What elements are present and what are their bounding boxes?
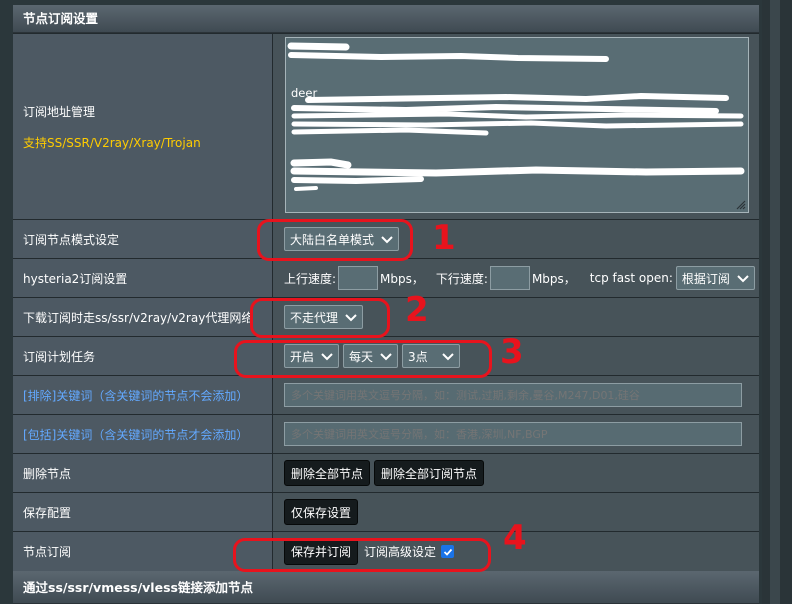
download-speed-label: 下行速度: (435, 271, 488, 286)
proxy-select-value: 不走代理 (290, 310, 339, 325)
resize-grip-icon[interactable] (736, 200, 746, 210)
section-title: 节点订阅设置 (13, 5, 759, 33)
subscription-support-note: 支持SS/SSR/V2ray/Xray/Trojan (23, 135, 201, 150)
upload-speed-input[interactable] (338, 266, 379, 290)
node-mode-select-value: 大陆白名单模式 (290, 232, 375, 247)
schedule-time-value: 3点 (408, 349, 428, 364)
schedule-frequency-value: 每天 (349, 349, 374, 364)
upload-speed-label: 上行速度: (284, 271, 337, 286)
checkmark-icon (443, 548, 452, 556)
chevron-down-icon (737, 275, 749, 283)
advanced-settings-checkbox[interactable] (441, 545, 455, 558)
proxy-value-cell: 不走代理 (273, 298, 759, 336)
download-speed-input[interactable] (489, 266, 530, 290)
exclude-keywords-label[interactable]: [排除]关键词（含关键词的节点不会添加） (13, 376, 273, 414)
delete-nodes-label: 删除节点 (13, 454, 273, 492)
node-subscribe-label: 节点订阅 (13, 532, 273, 571)
exclude-keywords-input[interactable] (284, 383, 742, 407)
delete-nodes-row: 删除节点 删除全部节点 删除全部订阅节点 (13, 453, 759, 492)
hysteria2-value-cell: 上行速度: Mbps， 下行速度: Mbps， tcp fast open: 根… (273, 259, 759, 297)
chevron-down-icon (321, 353, 333, 361)
chevron-down-icon (345, 314, 357, 322)
proxy-select[interactable]: 不走代理 (284, 305, 364, 329)
schedule-label: 订阅计划任务 (13, 337, 273, 375)
download-speed-unit: Mbps， (531, 271, 576, 286)
chevron-down-icon (380, 353, 392, 361)
hysteria2-row: hysteria2订阅设置 上行速度: Mbps， 下行速度: Mbps， tc… (13, 258, 759, 297)
hysteria2-label: hysteria2订阅设置 (13, 259, 273, 297)
subscription-url-textarea[interactable]: deer (285, 37, 749, 213)
tcp-fast-open-label: tcp fast open: (589, 271, 673, 285)
proxy-label: 下载订阅时走ss/ssr/v2ray/v2ray代理网络 (13, 298, 273, 336)
upload-speed-unit: Mbps， (380, 271, 424, 286)
node-mode-value-cell: 大陆白名单模式 (273, 220, 759, 258)
subscription-value-cell: deer (273, 34, 759, 219)
exclude-keywords-row: [排除]关键词（含关键词的节点不会添加） (13, 375, 759, 414)
subscription-label: 订阅地址管理 (23, 104, 96, 119)
include-keywords-row: [包括]关键词（含关键词的节点才会添加） (13, 414, 759, 453)
redaction-scribble (287, 42, 745, 191)
include-keywords-value-cell (273, 415, 759, 453)
schedule-value-cell: 开启 每天 3点 (273, 337, 759, 375)
include-keywords-label[interactable]: [包括]关键词（含关键词的节点才会添加） (13, 415, 273, 453)
node-subscribe-row: 节点订阅 保存并订阅 订阅高级设定 (13, 531, 759, 571)
schedule-row: 订阅计划任务 开启 每天 3点 (13, 336, 759, 375)
save-only-button[interactable]: 仅保存设置 (284, 499, 359, 525)
chevron-down-icon (442, 353, 454, 361)
exclude-keywords-value-cell (273, 376, 759, 414)
schedule-enable-select[interactable]: 开启 (284, 344, 340, 368)
delete-nodes-value-cell: 删除全部节点 删除全部订阅节点 (273, 454, 759, 492)
chevron-down-icon (381, 236, 393, 244)
schedule-frequency-select[interactable]: 每天 (343, 344, 399, 368)
delete-all-nodes-button[interactable]: 删除全部节点 (284, 460, 371, 486)
save-config-row: 保存配置 仅保存设置 (13, 492, 759, 531)
tcp-fast-open-value: 根据订阅 (681, 271, 730, 286)
subscription-label-cell: 订阅地址管理 支持SS/SSR/V2ray/Xray/Trojan (13, 34, 273, 219)
add-node-section-title: 通过ss/ssr/vmess/vless链接添加节点 (13, 571, 759, 604)
save-config-label: 保存配置 (13, 493, 273, 531)
delete-subscription-nodes-button[interactable]: 删除全部订阅节点 (374, 460, 485, 486)
save-and-subscribe-button[interactable]: 保存并订阅 (284, 538, 359, 565)
tcp-fast-open-select[interactable]: 根据订阅 (675, 266, 755, 290)
proxy-row: 下载订阅时走ss/ssr/v2ray/v2ray代理网络 不走代理 (13, 297, 759, 336)
scrollbar-thumb[interactable] (770, 0, 780, 604)
advanced-settings-label: 订阅高级设定 (364, 545, 437, 559)
outer-scrollbar[interactable] (762, 0, 792, 604)
include-keywords-input[interactable] (284, 422, 742, 446)
schedule-time-select[interactable]: 3点 (402, 344, 461, 368)
node-mode-label: 订阅节点模式设定 (13, 220, 273, 258)
node-subscribe-value-cell: 保存并订阅 订阅高级设定 (273, 532, 759, 571)
schedule-enable-value: 开启 (290, 349, 315, 364)
subscription-row: 订阅地址管理 支持SS/SSR/V2ray/Xray/Trojan deer (13, 33, 759, 219)
node-mode-select[interactable]: 大陆白名单模式 (284, 227, 400, 251)
save-config-value-cell: 仅保存设置 (273, 493, 759, 531)
node-mode-row: 订阅节点模式设定 大陆白名单模式 (13, 219, 759, 258)
settings-panel: 节点订阅设置 订阅地址管理 支持SS/SSR/V2ray/Xray/Trojan… (13, 5, 759, 604)
